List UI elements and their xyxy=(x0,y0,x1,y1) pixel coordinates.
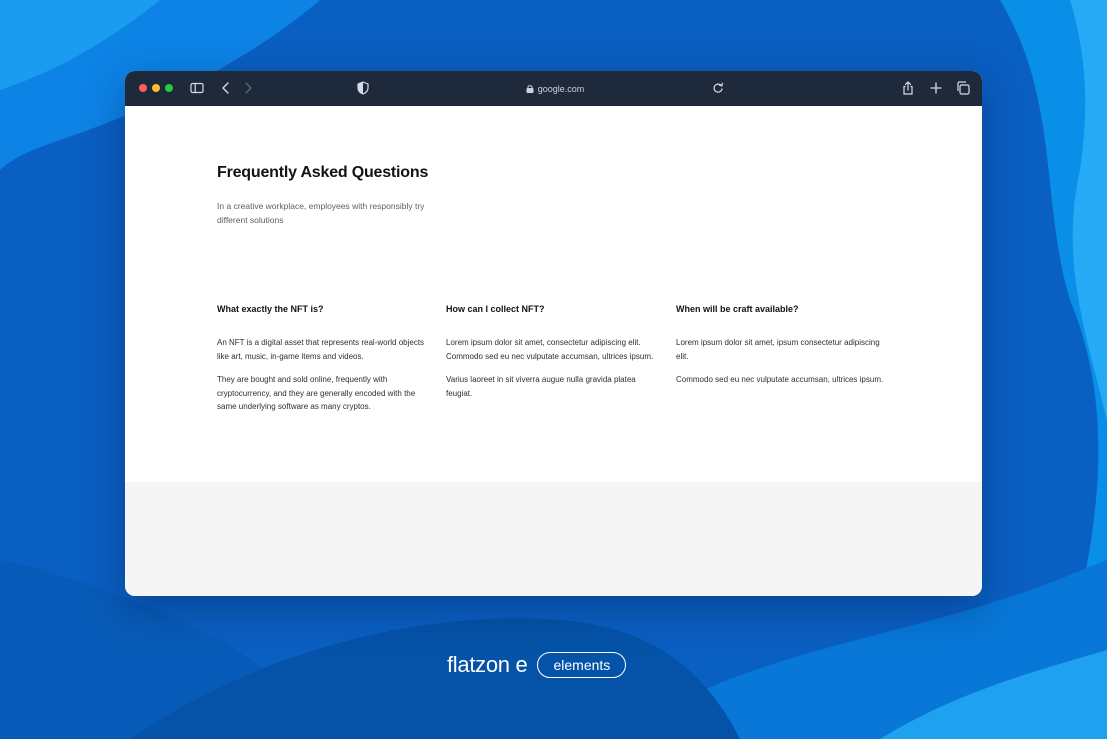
faq-question: What exactly the NFT is? xyxy=(217,304,324,314)
plus-icon[interactable] xyxy=(928,80,944,96)
faq-question: How can I collect NFT? xyxy=(446,304,545,314)
page-content: Frequently Asked Questions In a creative… xyxy=(125,106,982,482)
faq-answer: They are bought and sold online, frequen… xyxy=(217,375,416,411)
shield-icon[interactable] xyxy=(355,80,371,96)
chevron-right-icon[interactable] xyxy=(240,80,256,96)
brand-name: flatzon e xyxy=(447,652,528,677)
url-text: google.com xyxy=(537,83,585,94)
browser-toolbar: google.com xyxy=(125,71,982,106)
address-bar[interactable]: google.com xyxy=(505,71,605,106)
faq-answer: Varius laoreet in sit viverra augue null… xyxy=(446,375,636,398)
brand-tag: elements xyxy=(537,652,627,678)
faq-answer: An NFT is a digital asset that represent… xyxy=(217,338,425,361)
browser-window: google.com Frequently Asked Questions In… xyxy=(125,71,982,596)
chevron-left-icon[interactable] xyxy=(218,80,234,96)
footer-area xyxy=(125,482,982,596)
faq-answer: Lorem ipsum dolor sit amet, ipsum consec… xyxy=(676,338,880,361)
reload-icon[interactable] xyxy=(710,80,726,96)
share-icon[interactable] xyxy=(900,80,916,96)
faq-item-collect: How can I collect NFT? Lorem ipsum dolor… xyxy=(446,302,656,410)
faq-answer: Commodo sed eu nec vulputate accumsan, u… xyxy=(676,375,884,384)
close-window-icon[interactable] xyxy=(139,84,147,92)
faq-question: When will be craft available? xyxy=(676,304,799,314)
brand-logo: flatzon e elements xyxy=(447,650,627,680)
faq-subtitle: In a creative workplace, employees with … xyxy=(217,201,425,225)
faq-title: Frequently Asked Questions xyxy=(217,164,429,181)
lock-icon xyxy=(526,85,534,93)
sidebar-icon[interactable] xyxy=(189,80,205,96)
faq-answer: Lorem ipsum dolor sit amet, consectetur … xyxy=(446,338,654,361)
zoom-window-icon[interactable] xyxy=(165,84,173,92)
faq-item-craft: When will be craft available? Lorem ipsu… xyxy=(676,302,886,397)
faq-item-nft: What exactly the NFT is? An NFT is a dig… xyxy=(217,302,427,424)
minimize-window-icon[interactable] xyxy=(152,84,160,92)
tabs-overview-icon[interactable] xyxy=(955,80,971,96)
